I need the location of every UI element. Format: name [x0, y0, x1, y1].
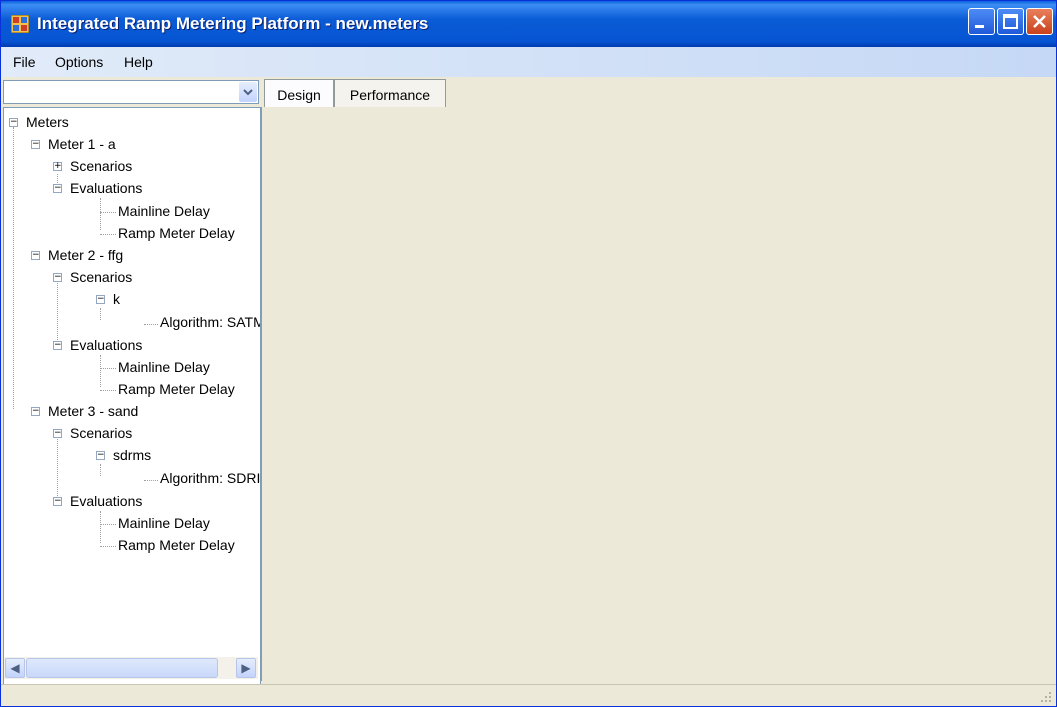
- tree-line: [100, 212, 116, 213]
- tree-horizontal-scrollbar[interactable]: ◀ ▶: [4, 657, 258, 679]
- combo-dropdown-button[interactable]: [239, 82, 257, 102]
- collapse-icon[interactable]: −: [31, 140, 40, 149]
- tree-line: [57, 280, 58, 340]
- tree-line: [57, 436, 58, 496]
- tree-node-meters[interactable]: Meters: [26, 114, 69, 130]
- app-window: Integrated Ramp Metering Platform - new.…: [0, 0, 1057, 707]
- window-title: Integrated Ramp Metering Platform - new.…: [37, 14, 429, 33]
- collapse-icon[interactable]: −: [53, 273, 62, 282]
- tree-node-algorithm[interactable]: Algorithm: SDRI: [160, 470, 260, 486]
- app-icon: [11, 15, 29, 33]
- tree-node-scenarios[interactable]: Scenarios: [70, 269, 132, 285]
- tree-node-mainline-delay[interactable]: Mainline Delay: [118, 515, 210, 531]
- collapse-icon[interactable]: −: [53, 184, 62, 193]
- tree-line: [100, 546, 116, 547]
- menu-help[interactable]: Help: [124, 54, 153, 70]
- tab-design[interactable]: Design: [264, 79, 334, 107]
- collapse-icon[interactable]: −: [53, 429, 62, 438]
- tree-line: [100, 234, 116, 235]
- menu-file[interactable]: File: [13, 54, 36, 70]
- tree-node-ramp-meter-delay[interactable]: Ramp Meter Delay: [118, 381, 235, 397]
- tree-node-ramp-meter-delay[interactable]: Ramp Meter Delay: [118, 225, 235, 241]
- collapse-icon[interactable]: −: [31, 251, 40, 260]
- scrollbar-thumb[interactable]: [26, 658, 218, 678]
- tree-node-evaluations[interactable]: Evaluations: [70, 180, 142, 196]
- tree-node-scenario-k[interactable]: k: [113, 291, 120, 307]
- tree-node-evaluations[interactable]: Evaluations: [70, 337, 142, 353]
- collapse-icon[interactable]: −: [31, 407, 40, 416]
- maximize-icon: [1003, 14, 1018, 29]
- chevron-down-icon: [243, 89, 253, 96]
- tree-line: [100, 524, 116, 525]
- arrow-left-icon[interactable]: ◀: [5, 658, 25, 678]
- close-icon: [1033, 15, 1046, 28]
- tree-node-ramp-meter-delay[interactable]: Ramp Meter Delay: [118, 537, 235, 553]
- tree-node-scenarios[interactable]: Scenarios: [70, 158, 132, 174]
- tree-node-mainline-delay[interactable]: Mainline Delay: [118, 203, 210, 219]
- tree-line: [13, 127, 14, 409]
- collapse-icon[interactable]: −: [53, 497, 62, 506]
- status-bar: [1, 684, 1056, 706]
- resize-grip-icon[interactable]: [1040, 691, 1052, 703]
- tree-node-meter-1[interactable]: Meter 1 - a: [48, 136, 116, 152]
- collapse-icon[interactable]: −: [96, 451, 105, 460]
- tree-line: [100, 390, 116, 391]
- tree-line: [144, 324, 158, 325]
- minimize-icon: [975, 25, 984, 28]
- tree-node-scenario-sdrms[interactable]: sdrms: [113, 447, 151, 463]
- collapse-icon[interactable]: −: [9, 118, 18, 127]
- tree-node-evaluations[interactable]: Evaluations: [70, 493, 142, 509]
- menu-options[interactable]: Options: [55, 54, 103, 70]
- meter-select-combo[interactable]: [3, 80, 259, 104]
- tree-node-meter-2[interactable]: Meter 2 - ffg: [48, 247, 123, 263]
- tree-line: [100, 464, 101, 476]
- tab-content-area: [261, 107, 1056, 681]
- tree-line: [100, 368, 116, 369]
- tab-performance[interactable]: Performance: [334, 79, 446, 107]
- minimize-button[interactable]: [968, 8, 995, 35]
- tree-node-scenarios[interactable]: Scenarios: [70, 425, 132, 441]
- tree-line: [100, 511, 101, 543]
- tree-line: [100, 198, 101, 230]
- tree-node-mainline-delay[interactable]: Mainline Delay: [118, 359, 210, 375]
- expand-icon[interactable]: +: [53, 162, 62, 171]
- arrow-right-icon[interactable]: ▶: [236, 658, 256, 678]
- tree-line: [100, 308, 101, 320]
- collapse-icon[interactable]: −: [53, 341, 62, 350]
- collapse-icon[interactable]: −: [96, 295, 105, 304]
- maximize-button[interactable]: [997, 8, 1024, 35]
- close-button[interactable]: [1026, 8, 1053, 35]
- tree-line: [100, 355, 101, 387]
- menu-bar: File Options Help: [1, 47, 1056, 77]
- meters-tree[interactable]: − Meters − Meter 1 - a + Scenarios − Eva…: [3, 107, 261, 687]
- tree-line: [144, 480, 158, 481]
- tree-node-algorithm[interactable]: Algorithm: SATM: [160, 314, 260, 330]
- tree-node-meter-3[interactable]: Meter 3 - sand: [48, 403, 138, 419]
- title-bar[interactable]: Integrated Ramp Metering Platform - new.…: [1, 1, 1056, 47]
